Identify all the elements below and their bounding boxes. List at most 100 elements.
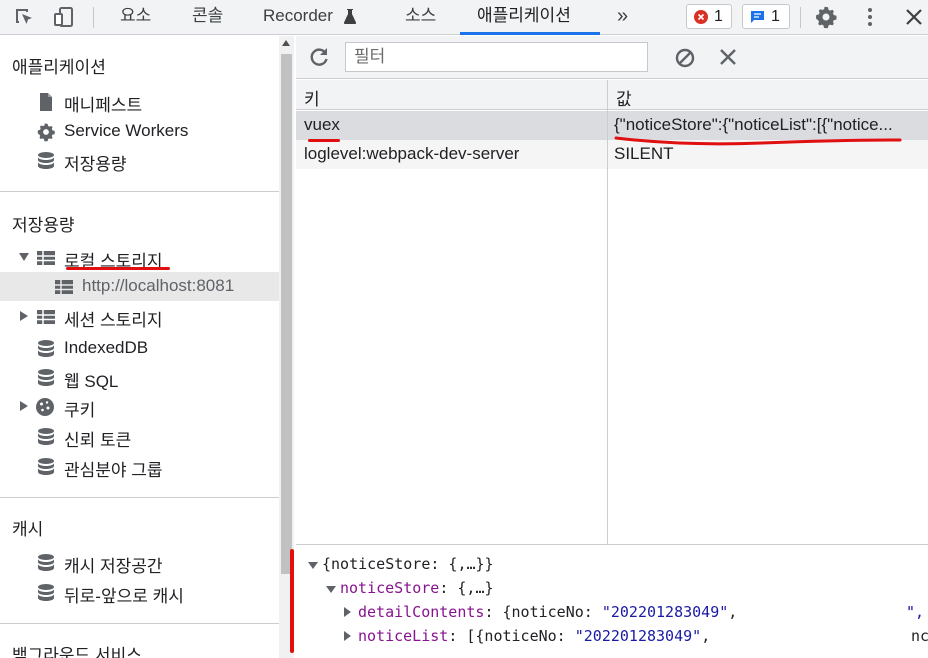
settings-gear-icon[interactable] — [814, 5, 838, 29]
clear-all-icon[interactable] — [674, 47, 696, 69]
expanded-triangle-icon[interactable] — [326, 586, 336, 593]
section-title-application: 애플리케이션 — [12, 58, 106, 77]
preview-root-line[interactable]: {noticeStore: {,…}} — [322, 555, 494, 573]
column-separator[interactable] — [607, 80, 608, 544]
active-tab-indicator — [460, 32, 600, 35]
annotation-underline-local-storage — [66, 267, 170, 270]
database-icon — [38, 584, 54, 601]
column-header-value[interactable]: 값 — [616, 85, 632, 110]
sidebar-item-interest-groups[interactable]: 관심분야 그룹 — [0, 452, 279, 480]
scroll-up-arrow-icon[interactable] — [282, 40, 290, 46]
sidebar-item-web-sql[interactable]: 웹 SQL — [0, 363, 279, 391]
devtools-toolbar: 요소 콘솔 Recorder 소스 애플리케이션 » 1 1 — [0, 0, 928, 35]
storage-table: 키 값 vuex {"noticeStore":{"noticeList":[{… — [296, 80, 928, 544]
tab-console[interactable]: 콘솔 — [192, 0, 223, 34]
messages-count: 1 — [771, 8, 780, 25]
errors-badge[interactable]: 1 — [686, 4, 732, 29]
kebab-menu-icon[interactable] — [858, 5, 882, 29]
more-tabs-button[interactable]: » — [617, 0, 628, 34]
sidebar-item-label: 매니페스트 — [64, 96, 143, 115]
database-icon — [38, 458, 54, 475]
expanded-triangle-icon — [19, 253, 29, 261]
section-divider — [0, 497, 279, 498]
sidebar-item-trust-tokens[interactable]: 신뢰 토큰 — [0, 422, 279, 450]
close-devtools-icon[interactable] — [902, 5, 926, 29]
preview-summary-tail: , — [701, 627, 711, 645]
sidebar-item-manifest[interactable]: 매니페스트 — [0, 87, 279, 115]
database-icon — [38, 554, 54, 571]
sidebar-item-label: 캐시 저장공간 — [64, 557, 163, 576]
refresh-icon[interactable] — [308, 46, 330, 68]
sidebar-item-cache-storage[interactable]: 캐시 저장공간 — [0, 548, 279, 576]
column-header-key[interactable]: 키 — [304, 85, 320, 110]
row-value: {"noticeStore":{"noticeList":[{"notice..… — [614, 115, 893, 134]
sidebar-item-label: 웹 SQL — [64, 372, 119, 391]
collapsed-triangle-icon — [20, 311, 28, 321]
error-icon — [694, 10, 708, 24]
preview-summary: : {,…} — [439, 579, 494, 597]
row-key: loglevel:webpack-dev-server — [304, 144, 520, 163]
section-divider — [0, 623, 279, 624]
section-title-cache: 캐시 — [12, 520, 44, 539]
preview-notice-store-line[interactable]: noticeStore: {,…} — [340, 579, 494, 597]
annotation-underline-key — [308, 139, 340, 142]
preview-detail-edge: ", — [906, 603, 925, 621]
sidebar-item-label: 신뢰 토큰 — [64, 431, 132, 450]
database-icon — [38, 369, 54, 386]
tab-application[interactable]: 애플리케이션 — [477, 0, 571, 34]
tab-recorder[interactable]: Recorder — [263, 0, 357, 34]
expanded-triangle-icon[interactable] — [308, 562, 318, 569]
sidebar-item-localhost[interactable]: http://localhost:8081 — [0, 272, 279, 301]
document-icon — [40, 93, 52, 111]
database-icon — [38, 340, 54, 357]
annotation-bracket-preview — [290, 549, 294, 653]
sidebar-item-label: 뒤로-앞으로 캐시 — [64, 587, 184, 606]
toolbar-separator — [93, 7, 94, 28]
preview-notice-list-line[interactable]: noticeList: [{noticeNo: "202201283049", — [358, 627, 710, 645]
row-key: vuex — [304, 115, 340, 134]
application-sidebar: 애플리케이션 매니페스트 Service Workers 저장용량 저장용량 로… — [0, 36, 279, 658]
inspect-element-icon[interactable] — [12, 5, 36, 29]
tab-elements[interactable]: 요소 — [120, 0, 151, 34]
message-icon — [751, 11, 764, 23]
section-title-background-services: 백그라운드 서비스 — [12, 646, 142, 658]
filter-input[interactable] — [345, 42, 648, 72]
flask-icon — [343, 9, 357, 24]
collapsed-triangle-icon[interactable] — [344, 607, 351, 617]
table-grid-icon — [55, 280, 73, 294]
section-divider — [0, 191, 279, 192]
preview-list-edge: nc — [911, 627, 928, 645]
sidebar-item-label: 저장용량 — [64, 155, 127, 174]
device-toolbar-icon[interactable] — [52, 5, 76, 29]
sidebar-item-session-storage[interactable]: 세션 스토리지 — [0, 302, 279, 330]
tab-recorder-label: Recorder — [263, 6, 333, 25]
sidebar-item-cookies[interactable]: 쿠키 — [0, 392, 279, 420]
local-storage-view: 키 값 vuex {"noticeStore":{"noticeList":[{… — [296, 36, 928, 658]
sidebar-item-service-workers[interactable]: Service Workers — [0, 117, 279, 145]
table-grid-icon — [37, 251, 55, 265]
collapsed-triangle-icon[interactable] — [344, 631, 351, 641]
preview-detail-contents-line[interactable]: detailContents: {noticeNo: "202201283049… — [358, 603, 737, 621]
database-icon — [38, 428, 54, 445]
errors-count: 1 — [714, 8, 723, 25]
table-grid-icon — [37, 310, 55, 324]
preview-string: "202201283049" — [601, 603, 729, 621]
preview-key: detailContents — [358, 603, 485, 621]
sidebar-item-label: Service Workers — [64, 121, 189, 140]
sidebar-item-storage[interactable]: 저장용량 — [0, 146, 279, 174]
scrollbar-thumb[interactable] — [281, 54, 292, 574]
messages-badge[interactable]: 1 — [742, 4, 790, 29]
preview-summary: : [{noticeNo: — [448, 627, 575, 645]
sidebar-item-label: IndexedDB — [64, 338, 149, 357]
storage-toolbar — [296, 36, 928, 79]
sidebar-item-label: 쿠키 — [64, 401, 96, 420]
sidebar-item-indexeddb[interactable]: IndexedDB — [0, 334, 279, 362]
tab-sources[interactable]: 소스 — [405, 0, 436, 34]
sidebar-item-back-forward-cache[interactable]: 뒤로-앞으로 캐시 — [0, 578, 279, 606]
database-icon — [38, 152, 54, 169]
table-header: 키 값 — [296, 80, 928, 110]
preview-key: noticeStore — [340, 579, 440, 597]
preview-key: noticeList — [358, 627, 449, 645]
annotation-underline-value — [614, 136, 902, 146]
delete-selected-icon[interactable] — [718, 47, 738, 67]
